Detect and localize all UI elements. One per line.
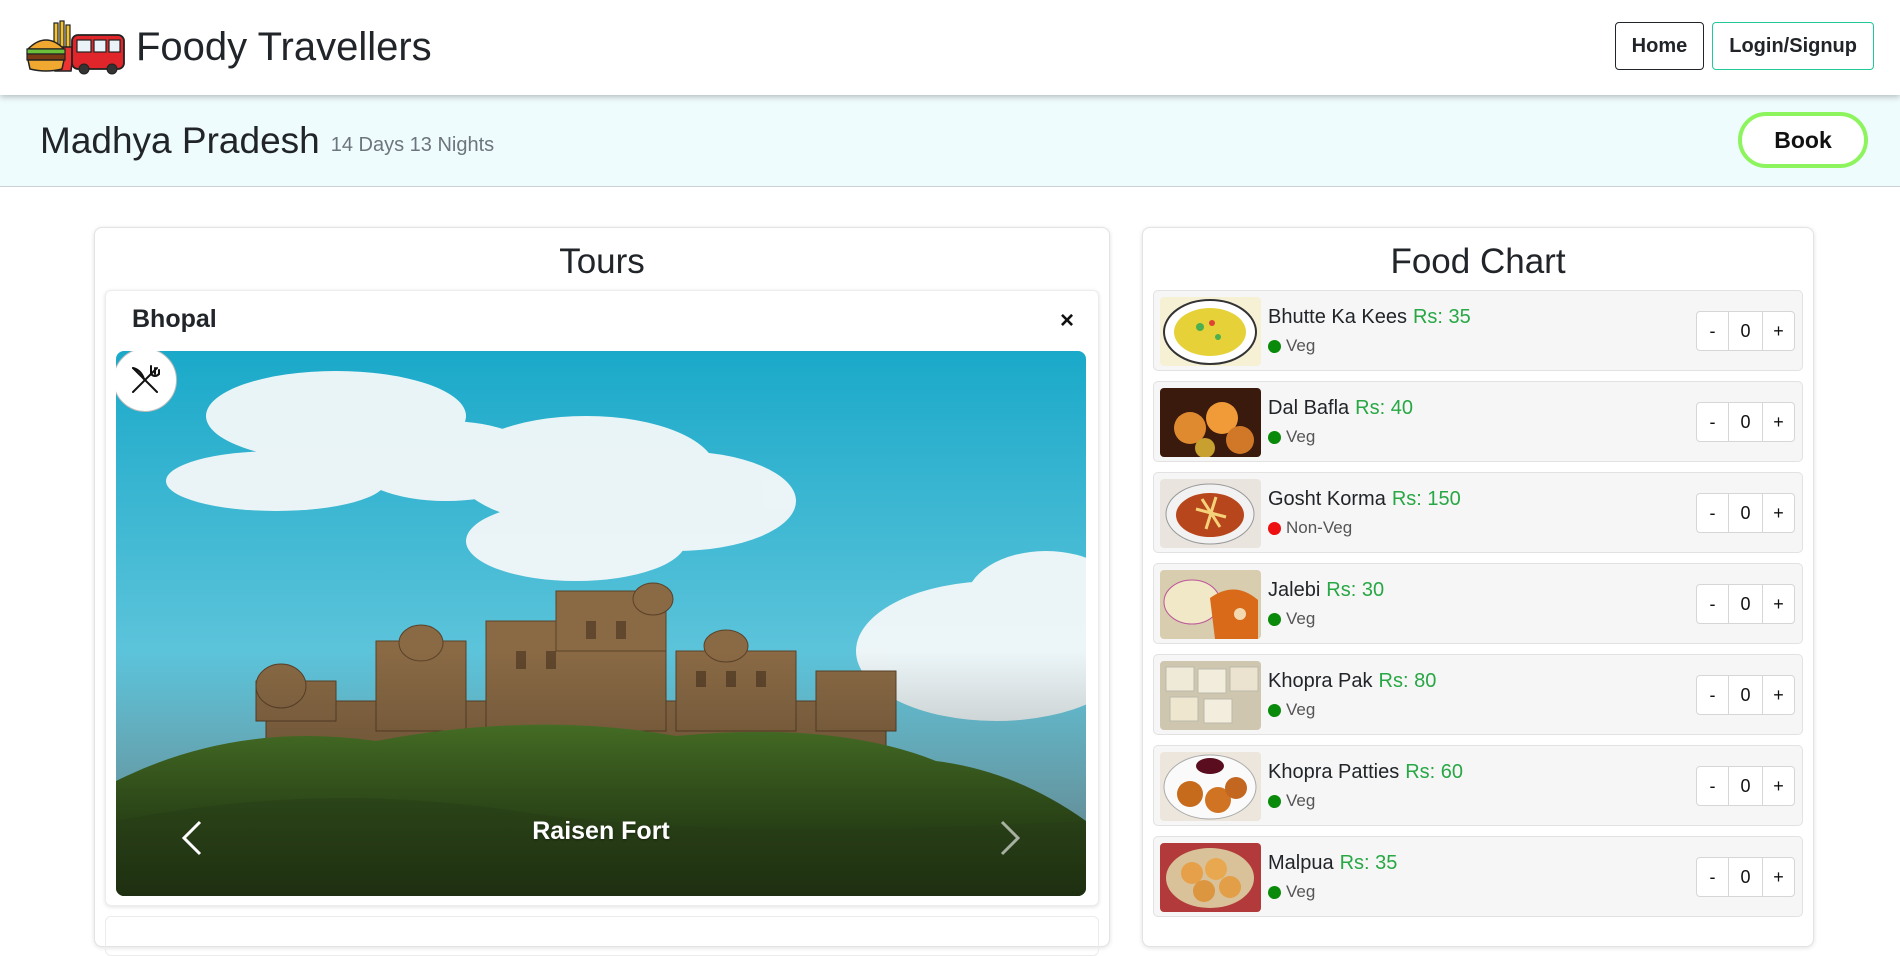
quantity-stepper: - 0 + bbox=[1696, 675, 1795, 715]
food-type: Non-Veg bbox=[1286, 518, 1353, 537]
nav-actions: Home Login/Signup bbox=[1614, 22, 1874, 70]
book-button[interactable]: Book bbox=[1738, 112, 1868, 168]
state-title: Madhya Pradesh bbox=[40, 119, 320, 161]
quantity-stepper: - 0 + bbox=[1696, 402, 1795, 442]
food-thumbnail bbox=[1160, 479, 1261, 548]
food-price: Rs: 60 bbox=[1405, 761, 1464, 783]
carousel-caption: Raisen Fort bbox=[532, 817, 670, 845]
increase-button[interactable]: + bbox=[1762, 493, 1795, 533]
tour-photo bbox=[116, 351, 1086, 896]
tours-title: Tours bbox=[559, 242, 645, 281]
food-name: Malpua bbox=[1268, 852, 1334, 874]
food-name: Jalebi bbox=[1268, 579, 1321, 601]
food-chart-title: Food Chart bbox=[1390, 242, 1566, 281]
login-signup-button[interactable]: Login/Signup bbox=[1712, 22, 1874, 70]
food-item: Khopra Pak Rs: 80 Veg - 0 + bbox=[1153, 654, 1803, 735]
brand-name: Foody Travellers bbox=[136, 25, 432, 69]
quantity-stepper: - 0 + bbox=[1696, 311, 1795, 351]
increase-button[interactable]: + bbox=[1762, 857, 1795, 897]
food-type: Veg bbox=[1286, 791, 1316, 810]
chevron-right-icon[interactable] bbox=[988, 818, 1028, 858]
food-type: Veg bbox=[1286, 609, 1316, 628]
trip-duration: 14 Days 13 Nights bbox=[330, 133, 495, 156]
food-type: Veg bbox=[1286, 882, 1316, 901]
food-name: Khopra Patties bbox=[1268, 761, 1400, 783]
quantity-value: 0 bbox=[1729, 311, 1762, 351]
navbar: Foody Travellers Home Login/Signup bbox=[0, 0, 1900, 95]
decrease-button[interactable]: - bbox=[1696, 766, 1729, 806]
decrease-button[interactable]: - bbox=[1696, 493, 1729, 533]
food-thumbnail bbox=[1160, 570, 1261, 639]
veg-dot-icon bbox=[1268, 885, 1281, 899]
veg-dot-icon bbox=[1268, 794, 1281, 808]
food-list: Bhutte Ka Kees Rs: 35 Veg - 0 + Dal Bafla… bbox=[1153, 290, 1803, 927]
food-type: Veg bbox=[1286, 336, 1316, 355]
food-chart-card: Food Chart Bhutte Ka Kees Rs: 35 Veg - 0 … bbox=[1142, 227, 1814, 947]
quantity-value: 0 bbox=[1729, 402, 1762, 442]
veg-dot-icon bbox=[1268, 612, 1281, 626]
increase-button[interactable]: + bbox=[1762, 402, 1795, 442]
quantity-value: 0 bbox=[1729, 675, 1762, 715]
trip-header: Madhya Pradesh 14 Days 13 Nights Book bbox=[0, 95, 1900, 187]
food-item: Dal Bafla Rs: 40 Veg - 0 + bbox=[1153, 381, 1803, 462]
increase-button[interactable]: + bbox=[1762, 311, 1795, 351]
food-name: Bhutte Ka Kees bbox=[1268, 306, 1407, 328]
decrease-button[interactable]: - bbox=[1696, 857, 1729, 897]
quantity-stepper: - 0 + bbox=[1696, 766, 1795, 806]
increase-button[interactable]: + bbox=[1762, 584, 1795, 624]
quantity-value: 0 bbox=[1729, 584, 1762, 624]
brand[interactable]: Foody Travellers bbox=[24, 19, 432, 77]
food-thumbnail bbox=[1160, 388, 1261, 457]
food-price: Rs: 35 bbox=[1412, 306, 1471, 328]
food-name: Khopra Pak bbox=[1268, 670, 1373, 692]
decrease-button[interactable]: - bbox=[1696, 584, 1729, 624]
chevron-left-icon[interactable] bbox=[174, 818, 214, 858]
increase-button[interactable]: + bbox=[1762, 766, 1795, 806]
decrease-button[interactable]: - bbox=[1696, 675, 1729, 715]
food-type: Veg bbox=[1286, 427, 1316, 446]
food-thumbnail bbox=[1160, 843, 1261, 912]
food-type: Veg bbox=[1286, 700, 1316, 719]
food-thumbnail bbox=[1160, 752, 1261, 821]
increase-button[interactable]: + bbox=[1762, 675, 1795, 715]
quantity-value: 0 bbox=[1729, 493, 1762, 533]
veg-dot-icon bbox=[1268, 430, 1281, 444]
food-item: Malpua Rs: 35 Veg - 0 + bbox=[1153, 836, 1803, 917]
city-name: Bhopal bbox=[132, 305, 217, 333]
close-icon[interactable]: × bbox=[1060, 307, 1074, 335]
food-thumbnail bbox=[1160, 661, 1261, 730]
quantity-value: 0 bbox=[1729, 857, 1762, 897]
food-item: Jalebi Rs: 30 Veg - 0 + bbox=[1153, 563, 1803, 644]
home-button[interactable]: Home bbox=[1614, 22, 1705, 70]
veg-dot-icon bbox=[1268, 339, 1281, 353]
food-price: Rs: 40 bbox=[1355, 397, 1413, 419]
next-city-card bbox=[105, 916, 1099, 956]
food-item: Bhutte Ka Kees Rs: 35 Veg - 0 + bbox=[1153, 290, 1803, 371]
quantity-stepper: - 0 + bbox=[1696, 584, 1795, 624]
tours-card: Tours Bhopal × Raisen Fort bbox=[94, 227, 1110, 956]
brand-logo-icon bbox=[24, 19, 126, 77]
food-item: Khopra Patties Rs: 60 Veg - 0 + bbox=[1153, 745, 1803, 826]
quantity-stepper: - 0 + bbox=[1696, 493, 1795, 533]
food-thumbnail bbox=[1160, 297, 1261, 366]
food-price: Rs: 150 bbox=[1391, 488, 1461, 510]
food-name: Gosht Korma bbox=[1268, 488, 1386, 510]
veg-dot-icon bbox=[1268, 703, 1281, 717]
food-price: Rs: 80 bbox=[1378, 670, 1437, 692]
tour-carousel[interactable]: Raisen Fort bbox=[116, 351, 1086, 896]
decrease-button[interactable]: - bbox=[1696, 311, 1729, 351]
food-price: Rs: 35 bbox=[1339, 852, 1398, 874]
quantity-value: 0 bbox=[1729, 766, 1762, 806]
food-name: Dal Bafla bbox=[1268, 397, 1350, 419]
food-price: Rs: 30 bbox=[1326, 579, 1385, 601]
non-veg-dot-icon bbox=[1268, 521, 1281, 535]
food-item: Gosht Korma Rs: 150 Non-Veg - 0 + bbox=[1153, 472, 1803, 553]
quantity-stepper: - 0 + bbox=[1696, 857, 1795, 897]
decrease-button[interactable]: - bbox=[1696, 402, 1729, 442]
city-card: Bhopal × Raisen Fort bbox=[105, 290, 1099, 906]
